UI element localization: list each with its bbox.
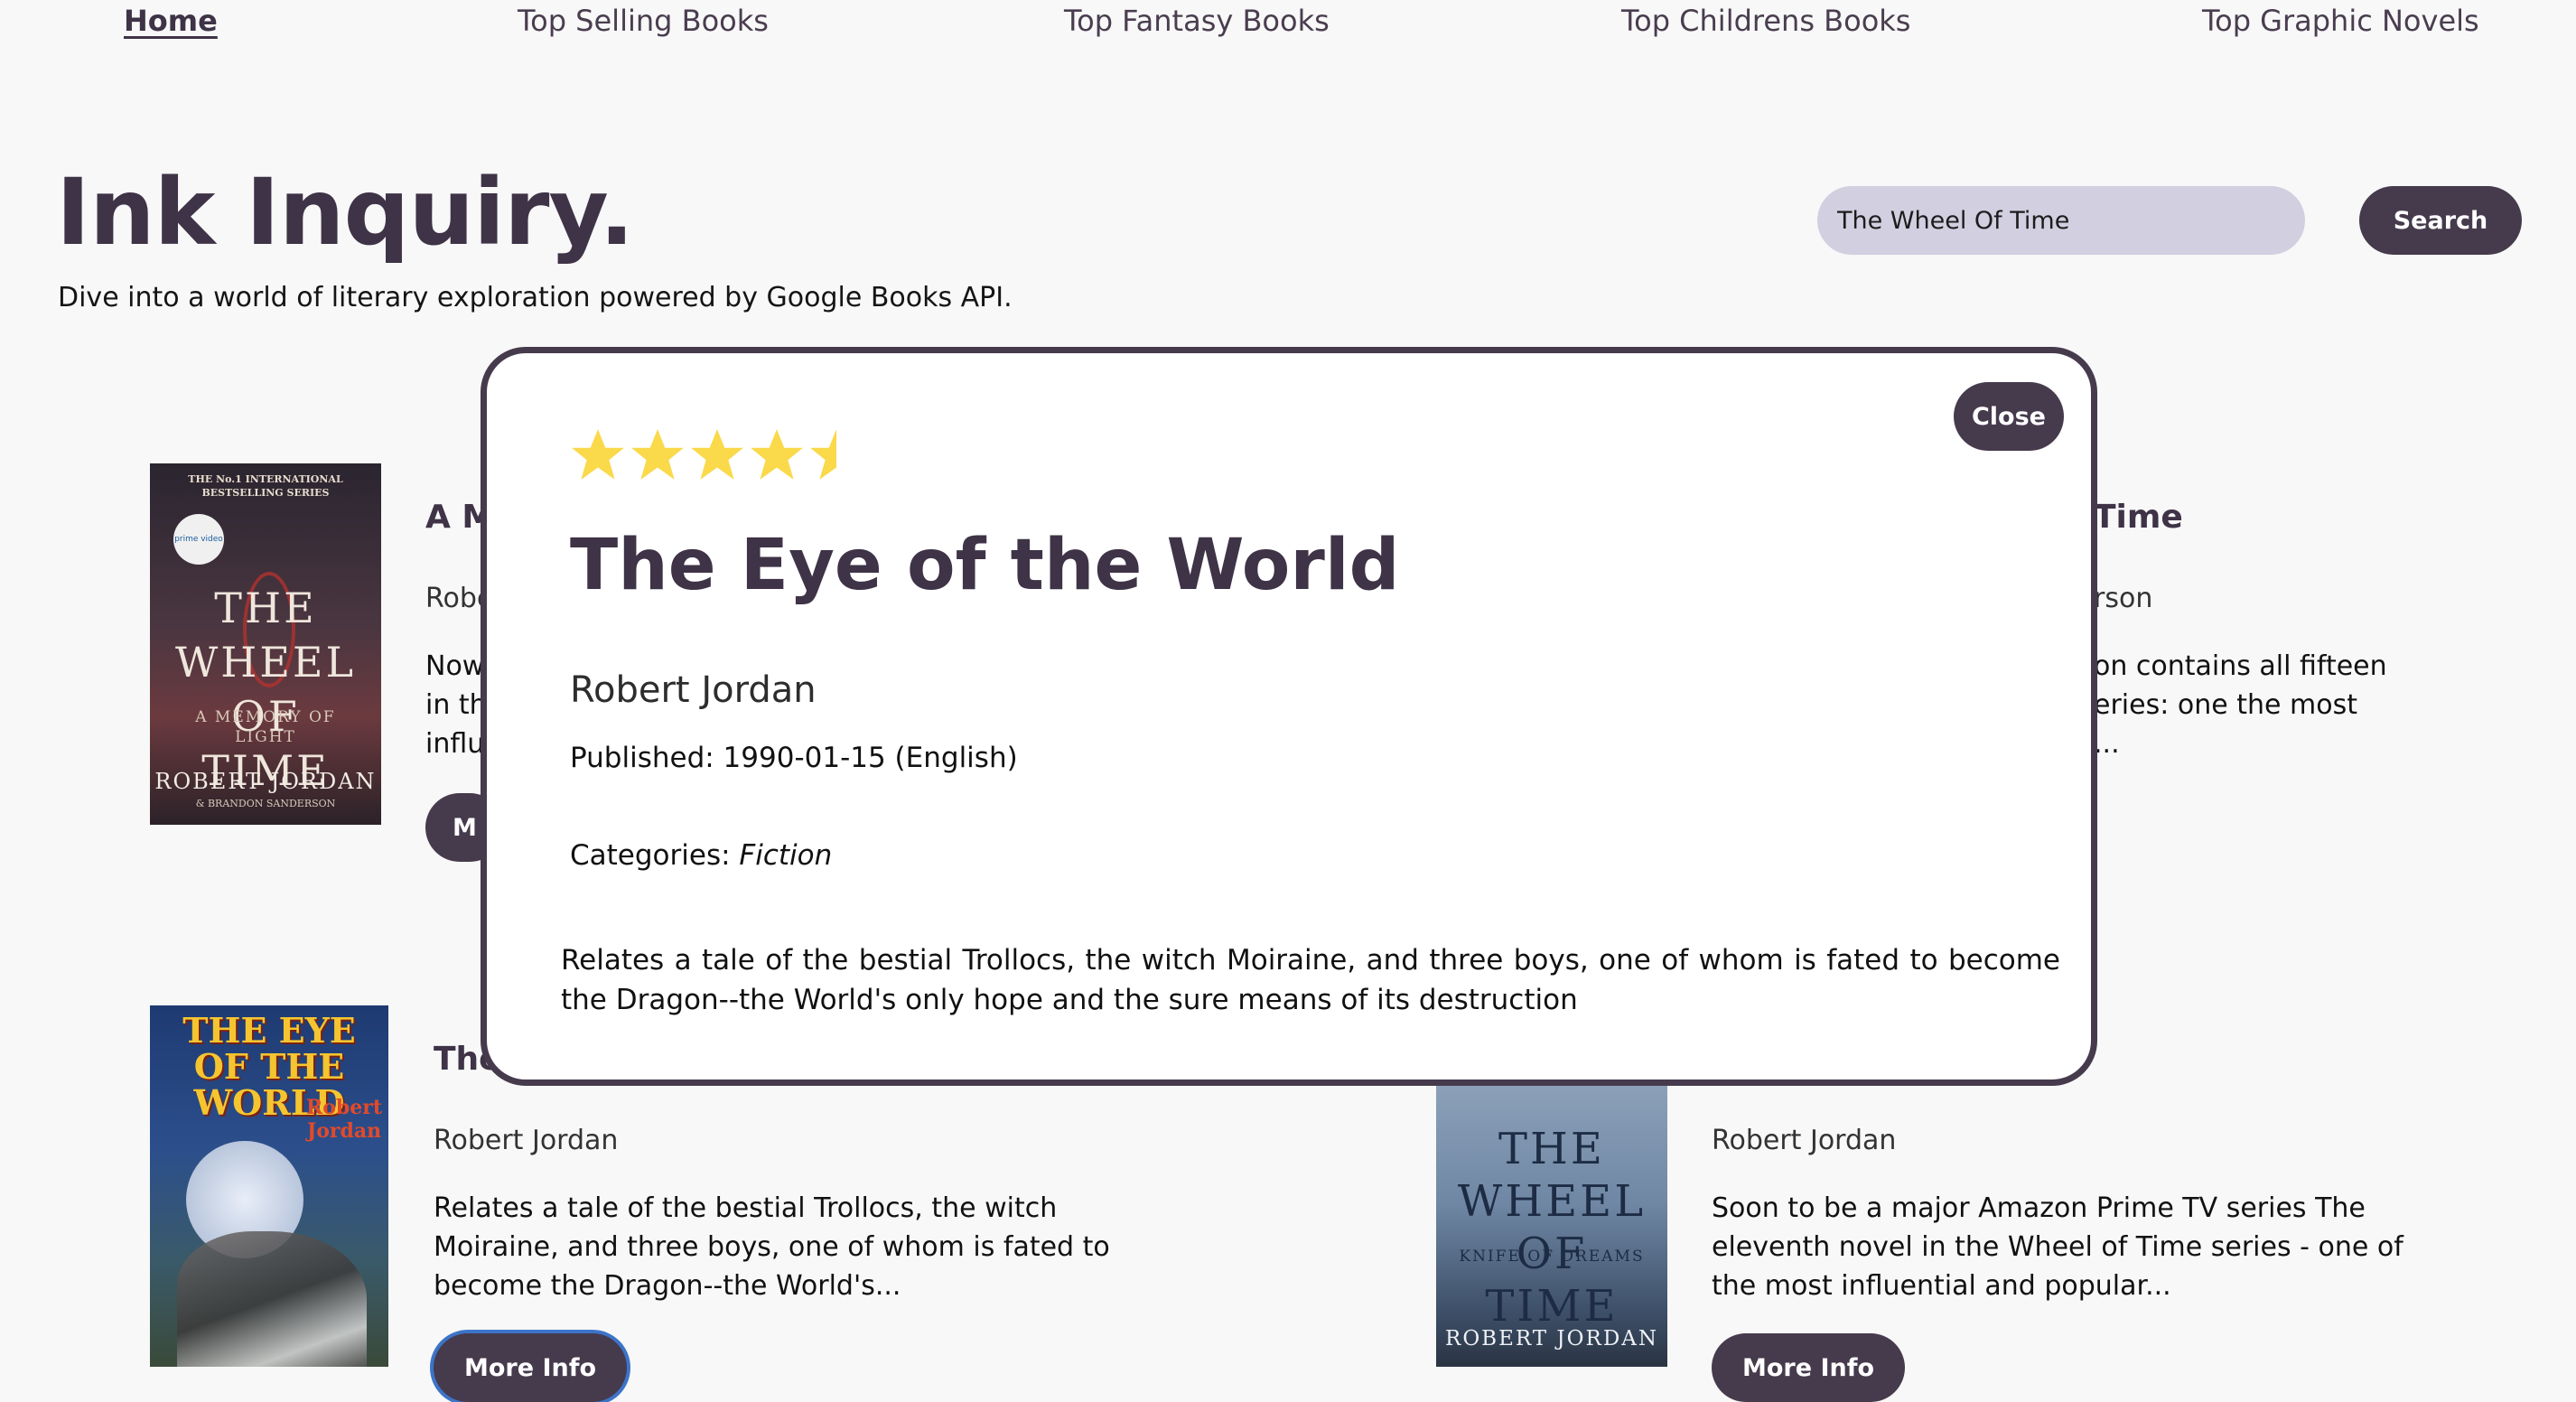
book-description: Soon to be a major Amazon Prime TV serie… <box>1712 1192 2403 1302</box>
book-description: Now in th influ <box>425 647 487 763</box>
book-description-line: in th <box>425 689 487 721</box>
site-title: Ink Inquiry. <box>56 159 634 266</box>
book-cover-eye-of-the-world[interactable]: THE EYE OF THE WORLD Robert Jordan <box>150 1005 388 1367</box>
star-half-icon <box>810 429 836 480</box>
modal-categories: Categories: Fiction <box>570 839 832 872</box>
categories-value: Fiction <box>739 839 833 872</box>
book-author: Robert Jordan <box>434 1125 619 1156</box>
nav-home[interactable]: Home <box>124 4 218 38</box>
book-author: Robert Jordan <box>1712 1125 1897 1156</box>
cover-author: ROBERT JORDAN <box>1445 1327 1658 1351</box>
modal-book-title: The Eye of the World <box>570 525 1400 606</box>
book-description-line: influ <box>425 728 485 760</box>
book-description: Relates a tale of the bestial Trollocs, … <box>434 1192 1110 1302</box>
nav-top-selling-books[interactable]: Top Selling Books <box>518 4 769 38</box>
more-info-button[interactable]: More Info <box>434 1333 628 1402</box>
book-title: Time <box>2094 499 2183 536</box>
star-icon <box>631 429 684 480</box>
nav-top-childrens-books[interactable]: Top Childrens Books <box>1621 4 1910 38</box>
star-icon <box>691 429 743 480</box>
modal-book-description: Relates a tale of the bestial Trollocs, … <box>561 944 2060 1016</box>
star-rating <box>570 427 864 481</box>
cover-subtitle: KNIFE OF DREAMS <box>1459 1248 1645 1266</box>
star-icon <box>751 429 803 480</box>
rider-illustration <box>177 1231 367 1367</box>
star-icon <box>572 429 624 480</box>
nav-top-fantasy-books[interactable]: Top Fantasy Books <box>1064 4 1330 38</box>
book-description-line: ... <box>2094 728 2120 760</box>
cover-subtitle: A MEMORY OF LIGHT <box>195 708 336 746</box>
book-description-line: on contains all fifteen <box>2094 650 2387 682</box>
modal-book-author: Robert Jordan <box>570 669 817 711</box>
book-description-line: eries: one the most <box>2094 689 2357 721</box>
nav-top-graphic-novels[interactable]: Top Graphic Novels <box>2202 4 2479 38</box>
cover-author: ROBERT JORDAN <box>154 769 377 794</box>
cover-top-line: THE No.1 INTERNATIONAL BESTSELLING SERIE… <box>188 473 343 499</box>
site-tagline: Dive into a world of literary exploratio… <box>58 282 1013 313</box>
modal-published-date: Published: 1990-01-15 (English) <box>570 742 1018 774</box>
cover-series: THE WHEEL OF TIME <box>1457 1124 1647 1332</box>
close-button[interactable]: Close <box>1954 382 2064 451</box>
cover-coauthor: & BRANDON SANDERSON <box>195 798 336 809</box>
book-cover-a-memory-of-light[interactable]: THE No.1 INTERNATIONAL BESTSELLING SERIE… <box>150 463 381 825</box>
cover-series: THE WHEEL OF TIME <box>174 584 357 795</box>
book-author: rson <box>2094 583 2153 614</box>
book-description: on contains all fifteen eries: one the m… <box>2094 647 2387 763</box>
search-input[interactable] <box>1817 186 2305 255</box>
book-details-modal: Close The Eye of the World Robert Jordan… <box>481 347 2097 1086</box>
prime-video-label: prime video <box>174 535 223 544</box>
prime-video-badge: prime video <box>173 514 224 565</box>
categories-label: Categories: <box>570 839 731 872</box>
cover-author: Robert Jordan <box>305 1096 383 1143</box>
book-description-line: Now <box>425 650 485 682</box>
search-button[interactable]: Search <box>2359 186 2522 255</box>
more-info-button[interactable]: More Info <box>1712 1333 1906 1402</box>
